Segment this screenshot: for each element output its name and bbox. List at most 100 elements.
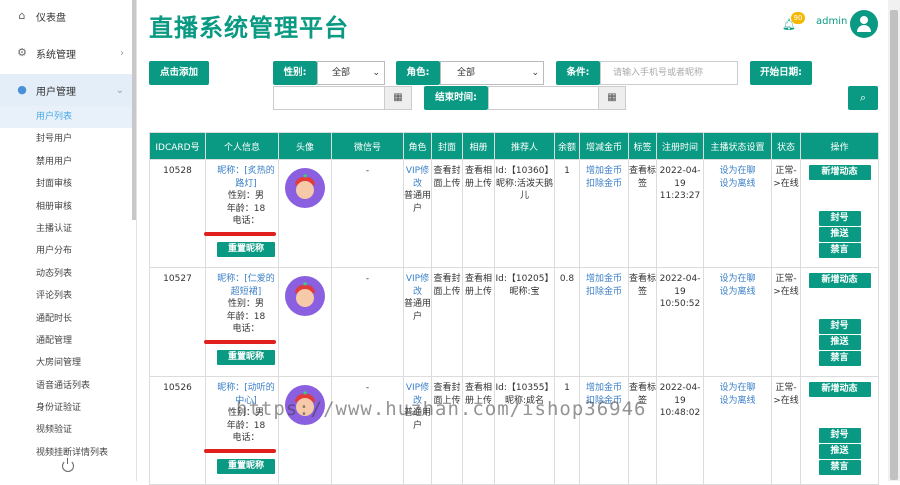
role-cell: VIP修改 普通用户	[403, 267, 432, 377]
table-header: IDCARD号 个人信息 头像 微信号 角色 封面 相册 推荐人 余额 增减金币 标签 注册时间 主播状…	[149, 132, 879, 160]
reset-nickname-button[interactable]: 重置昵称	[216, 349, 275, 365]
sidebar-item-dashboard[interactable]: ⌂ 仪表盘	[0, 0, 136, 32]
referrer-link[interactable]: Id:【10360】昵称:活泼天鹅儿	[494, 159, 555, 268]
calendar-icon[interactable]: ▦	[384, 86, 412, 110]
power-icon[interactable]	[62, 458, 74, 472]
album-link[interactable]: 查看相册上传	[462, 376, 495, 485]
id-cell: 10527	[149, 267, 206, 377]
scrollbar-thumb[interactable]	[890, 10, 898, 480]
album-link[interactable]: 查看相册上传	[462, 159, 495, 268]
status-value: 正常->在线	[771, 159, 801, 268]
referrer-link[interactable]: Id:【10355】昵称:成名	[494, 376, 555, 485]
ban-button[interactable]: 封号	[818, 319, 861, 334]
nickname[interactable]: 昵称：[仁爱的超短裙]	[214, 273, 278, 298]
set-busy-link[interactable]: 设为在聊	[704, 382, 771, 395]
reset-nickname-button[interactable]: 重置昵称	[216, 241, 275, 257]
sidebar-subitem[interactable]: 视频验证	[0, 419, 136, 441]
push-button[interactable]: 推送	[818, 227, 861, 242]
sidebar-scrollbar[interactable]	[132, 0, 136, 220]
sidebar-item-system[interactable]: ⚙ 系统管理 ›	[0, 37, 136, 69]
gender: 性别：男	[227, 299, 264, 309]
add-coins-link[interactable]: 增加金币	[580, 165, 628, 178]
cover-link[interactable]: 查看封面上传	[431, 159, 463, 268]
sidebar-subitem[interactable]: 大房间管理	[0, 352, 136, 374]
add-coins-link[interactable]: 增加金币	[580, 273, 628, 286]
cover-link[interactable]: 查看封面上传	[431, 267, 463, 377]
id-value: 10528	[163, 166, 192, 176]
set-busy-link[interactable]: 设为在聊	[704, 273, 771, 286]
header: 直播系统管理平台 🔔︎ 90 admin	[137, 0, 900, 52]
ban-button[interactable]: 封号	[818, 211, 861, 226]
column-header: 个人信息	[205, 132, 279, 160]
user-avatar[interactable]: ★	[285, 385, 325, 425]
avatar-cell: ★	[278, 376, 332, 485]
sidebar-subitem[interactable]: 通配管理	[0, 330, 136, 352]
nickname-prefix: 昵称：[	[217, 274, 248, 284]
user-avatar[interactable]: ★	[285, 168, 325, 208]
role-type: 普通用户	[404, 191, 432, 214]
search-button[interactable]: ⌕	[848, 86, 878, 110]
gender-select[interactable]: 全部 ⌄	[317, 61, 385, 85]
sidebar: ⌂ 仪表盘 ⚙ 系统管理 › ● 用户管理 ⌄ 用户列表 封号用户 禁用用户 封面审核…	[0, 0, 137, 481]
ban-button[interactable]: 封号	[818, 428, 861, 443]
tags-link[interactable]: 查看标签	[628, 267, 657, 377]
mute-button[interactable]: 禁言	[818, 243, 861, 258]
actions-cell: 新增动态 封号 推送 禁言	[800, 267, 879, 377]
set-busy-link[interactable]: 设为在聊	[704, 165, 771, 178]
referrer-link[interactable]: Id:【10205】昵称:宝	[494, 267, 555, 377]
sidebar-subitem[interactable]: 动态列表	[0, 263, 136, 285]
page-scrollbar[interactable]	[888, 0, 900, 481]
mute-button[interactable]: 禁言	[818, 351, 861, 366]
column-header: 微信号	[331, 132, 404, 160]
sidebar-subitem[interactable]: 通配时长	[0, 308, 136, 330]
calendar-icon[interactable]: ▦	[598, 86, 626, 110]
redaction-mark	[204, 448, 276, 453]
end-time-input[interactable]	[488, 86, 600, 110]
role-cell: VIP修改 普通用户	[403, 159, 432, 268]
sidebar-subitem[interactable]: 评论列表	[0, 285, 136, 307]
vip-edit-link[interactable]: VIP修改	[404, 165, 431, 190]
avatar[interactable]	[850, 10, 878, 38]
sidebar-subitem[interactable]: 禁用用户	[0, 151, 136, 173]
vip-edit-link[interactable]: VIP修改	[404, 273, 431, 298]
album-link[interactable]: 查看相册上传	[462, 267, 495, 377]
new-post-button[interactable]: 新增动态	[808, 382, 871, 397]
sidebar-item-users[interactable]: ● 用户管理 ⌄	[0, 74, 136, 106]
set-offline-link[interactable]: 设为离线	[704, 178, 771, 191]
sidebar-subitem[interactable]: 身份证验证	[0, 397, 136, 419]
add-coins-link[interactable]: 增加金币	[580, 382, 628, 395]
add-button[interactable]: 点击添加	[149, 61, 209, 85]
sidebar-subitem[interactable]: 主播认证	[0, 218, 136, 240]
tags-link[interactable]: 查看标签	[628, 376, 657, 485]
role-select[interactable]: 全部 ⌄	[440, 61, 544, 85]
set-offline-link[interactable]: 设为离线	[704, 395, 771, 408]
sidebar-subitem[interactable]: 用户分布	[0, 240, 136, 262]
user-name[interactable]: admin	[816, 16, 847, 27]
new-post-button[interactable]: 新增动态	[808, 165, 871, 180]
nickname[interactable]: 昵称：[动听的中心]	[214, 382, 278, 407]
sidebar-subitem[interactable]: 相册审核	[0, 196, 136, 218]
push-button[interactable]: 推送	[818, 335, 861, 350]
reset-nickname-button[interactable]: 重置昵称	[216, 458, 275, 474]
deduct-coins-link[interactable]: 扣除金币	[580, 178, 628, 191]
cover-link[interactable]: 查看封面上传	[431, 376, 463, 485]
tags-link[interactable]: 查看标签	[628, 159, 657, 268]
role-cell: VIP修改 普通用户	[403, 376, 432, 485]
user-avatar[interactable]: ★	[285, 276, 325, 316]
vip-edit-link[interactable]: VIP修改	[404, 382, 431, 407]
mute-button[interactable]: 禁言	[818, 460, 861, 475]
user-icon: ●	[17, 83, 27, 96]
start-date-input[interactable]	[273, 86, 385, 110]
column-header: 相册	[462, 132, 495, 160]
sidebar-subitem[interactable]: 封面审核	[0, 173, 136, 195]
deduct-coins-link[interactable]: 扣除金币	[580, 286, 628, 299]
push-button[interactable]: 推送	[818, 444, 861, 459]
sidebar-subitem[interactable]: 用户列表	[0, 106, 136, 129]
set-offline-link[interactable]: 设为离线	[704, 286, 771, 299]
new-post-button[interactable]: 新增动态	[808, 273, 871, 288]
deduct-coins-link[interactable]: 扣除金币	[580, 395, 628, 408]
nickname[interactable]: 昵称：[炙热的路灯]	[214, 165, 278, 190]
condition-input[interactable]: 请输入手机号或者昵称	[600, 61, 738, 85]
sidebar-subitem[interactable]: 封号用户	[0, 128, 136, 150]
sidebar-subitem[interactable]: 语音通话列表	[0, 375, 136, 397]
